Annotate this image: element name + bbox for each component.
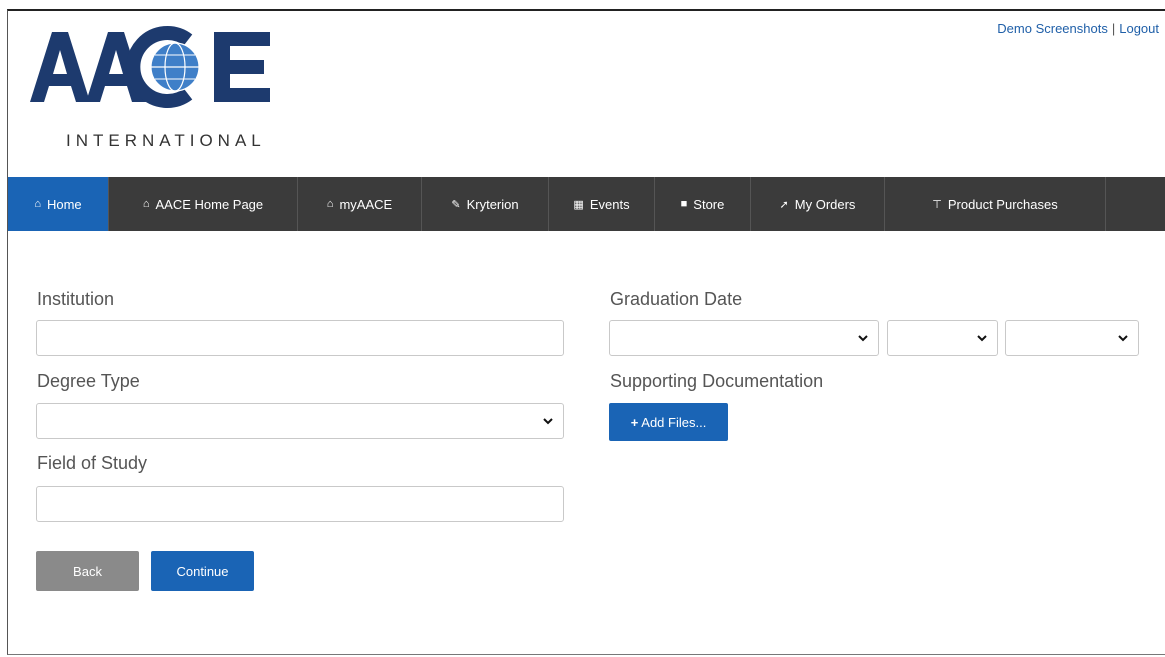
nav-item-kryterion[interactable]: ✎ Kryterion bbox=[422, 177, 549, 231]
chevron-down-icon bbox=[1118, 335, 1128, 342]
top-links: Demo Screenshots | Logout bbox=[997, 21, 1159, 36]
nav-item-label: AACE Home Page bbox=[155, 196, 264, 212]
chevron-down-icon bbox=[858, 335, 868, 342]
add-files-label: Add Files... bbox=[641, 414, 707, 430]
nav-item-label: My Orders bbox=[794, 196, 856, 212]
nav-item-home[interactable]: ⌂ Home bbox=[8, 177, 109, 231]
nav-item-product-purchases[interactable]: ⊤ Product Purchases bbox=[885, 177, 1106, 231]
nav-item-store[interactable]: ■ Store bbox=[655, 177, 751, 231]
home-icon: ⌂ bbox=[34, 198, 41, 210]
nav-item-events[interactable]: ▦ Events bbox=[549, 177, 655, 231]
home-icon: ⌂ bbox=[326, 198, 334, 210]
link-separator: | bbox=[1111, 21, 1116, 36]
calendar-icon: ▦ bbox=[573, 198, 584, 211]
back-button[interactable]: Back bbox=[36, 551, 139, 591]
nav-item-aace-home-page[interactable]: ⌂ AACE Home Page bbox=[109, 177, 298, 231]
graduation-day-select[interactable] bbox=[887, 320, 998, 356]
home-icon: ⌂ bbox=[142, 198, 150, 210]
aace-logo[interactable]: INTERNATIONAL bbox=[30, 24, 360, 154]
field-of-study-input[interactable] bbox=[36, 486, 564, 522]
cart-icon: ■ bbox=[680, 198, 688, 210]
add-files-button[interactable]: + Add Files... bbox=[609, 403, 728, 441]
graduation-date-label: Graduation Date bbox=[610, 289, 743, 309]
demo-screenshots-link[interactable]: Demo Screenshots bbox=[997, 21, 1108, 36]
nav-item-label: Product Purchases bbox=[947, 196, 1058, 212]
degree-type-select[interactable] bbox=[36, 403, 564, 439]
field-of-study-label: Field of Study bbox=[37, 453, 148, 473]
institution-label: Institution bbox=[37, 289, 115, 309]
nav-item-myaace[interactable]: ⌂ myAACE bbox=[298, 177, 422, 231]
graduation-month-select[interactable] bbox=[609, 320, 879, 356]
plus-icon: + bbox=[630, 414, 639, 430]
nav-item-label: Home bbox=[46, 196, 82, 212]
pin-icon: ➚ bbox=[779, 198, 789, 211]
nav-item-label: Events bbox=[589, 196, 630, 212]
nav-item-label: Store bbox=[693, 196, 725, 212]
supporting-documentation-label: Supporting Documentation bbox=[610, 371, 824, 391]
nav-item-label: myAACE bbox=[339, 196, 393, 212]
continue-button[interactable]: Continue bbox=[151, 551, 254, 591]
institution-input[interactable] bbox=[36, 320, 564, 356]
chevron-down-icon bbox=[543, 418, 553, 425]
nav-item-label: Kryterion bbox=[466, 196, 519, 212]
logout-link[interactable]: Logout bbox=[1119, 21, 1159, 36]
degree-type-label: Degree Type bbox=[37, 371, 140, 391]
edit-icon: ✎ bbox=[451, 198, 461, 211]
nav-item-my-orders[interactable]: ➚ My Orders bbox=[751, 177, 885, 231]
filter-icon: ⊤ bbox=[932, 198, 942, 211]
graduation-year-select[interactable] bbox=[1005, 320, 1139, 356]
logo-subtext: INTERNATIONAL bbox=[66, 131, 266, 150]
chevron-down-icon bbox=[977, 335, 987, 342]
main-nav: ⌂ Home ⌂ AACE Home Page ⌂ myAACE ✎ Kryte… bbox=[8, 177, 1165, 231]
